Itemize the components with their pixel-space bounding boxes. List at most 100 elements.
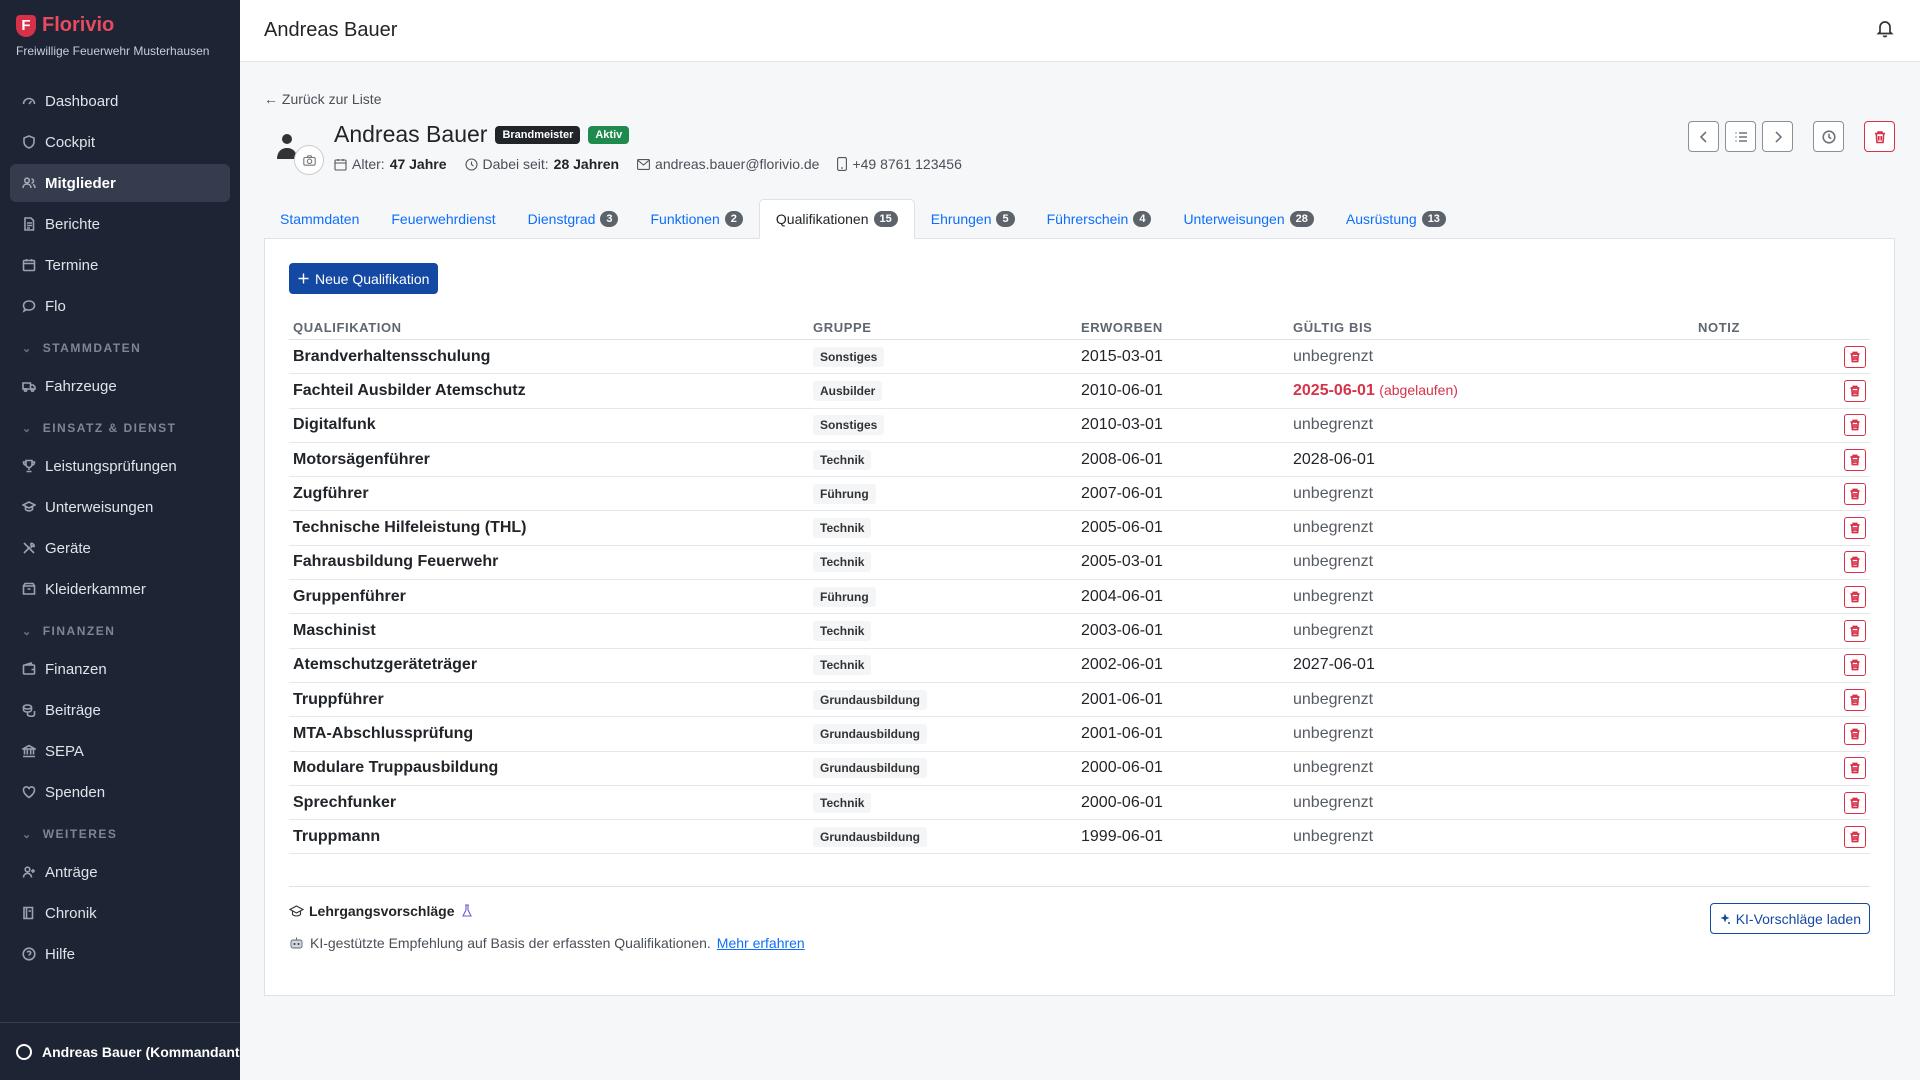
phone-value[interactable]: +49 8761 123456 [852, 156, 961, 172]
table-row[interactable]: Gruppenführer Führung 2004-06-01 unbegrenzt [289, 579, 1870, 615]
col-notiz[interactable]: NOTIZ [1694, 310, 1830, 340]
history-button[interactable] [1813, 121, 1844, 152]
sidebar-item-dashboard[interactable]: Dashboard [10, 82, 230, 120]
tab-ausrüstung[interactable]: Ausrüstung 13 [1330, 199, 1462, 239]
delete-qualification-button[interactable] [1844, 757, 1866, 780]
acquired-cell: 1999-06-01 [1077, 819, 1289, 855]
sidebar-item-fahrzeuge[interactable]: Fahrzeuge [10, 367, 230, 405]
sidebar-section-finanzen[interactable]: ⌄ FINANZEN [10, 614, 230, 648]
table-row[interactable]: Sprechfunker Technik 2000-06-01 unbegrenzt [289, 785, 1870, 821]
valid-until-cell: 2028-06-01 [1289, 442, 1694, 478]
sidebar-item-chronik[interactable]: Chronik [10, 894, 230, 932]
delete-qualification-button[interactable] [1844, 585, 1866, 608]
sidebar-item-label: Finanzen [45, 660, 107, 678]
sidebar-item-beiträge[interactable]: Beiträge [10, 691, 230, 729]
delete-qualification-button[interactable] [1844, 448, 1866, 471]
chat-icon [22, 299, 36, 313]
table-row[interactable]: Motorsägenführer Technik 2008-06-01 2028-06… [289, 442, 1870, 478]
sidebar-item-mitglieder[interactable]: Mitglieder [10, 164, 230, 202]
delete-qualification-button[interactable] [1844, 791, 1866, 814]
qualification-name: Zugführer [289, 476, 809, 512]
learn-more-link[interactable]: Mehr erfahren [717, 935, 805, 951]
sidebar-item-termine[interactable]: Termine [10, 246, 230, 284]
tab-unterweisungen[interactable]: Unterweisungen 28 [1167, 199, 1329, 239]
user-menu[interactable]: Andreas Bauer (Kommandant) [0, 1022, 240, 1080]
new-qualification-button[interactable]: Neue Qualifikation [289, 263, 439, 294]
group-cell: Technik [809, 613, 1077, 649]
suggestions-description: KI-gestützte Empfehlung auf Basis der er… [310, 935, 711, 952]
tab-funktionen[interactable]: Funktionen 2 [634, 199, 758, 239]
delete-qualification-button[interactable] [1844, 722, 1866, 745]
load-ai-suggestions-button[interactable]: KI-Vorschläge laden [1709, 903, 1870, 935]
col-qualifikation[interactable]: QUALIFIKATION [289, 310, 809, 340]
sidebar-item-cockpit[interactable]: Cockpit [10, 123, 230, 161]
table-row[interactable]: Maschinist Technik 2003-06-01 unbegrenzt [289, 613, 1870, 649]
sidebar-item-flo[interactable]: Flo [10, 287, 230, 325]
sidebar-item-unterweisungen[interactable]: Unterweisungen [10, 488, 230, 526]
sidebar-item-berichte[interactable]: Berichte [10, 205, 230, 243]
col-erworben[interactable]: ERWORBEN [1077, 310, 1289, 340]
valid-until-cell: unbegrenzt [1289, 579, 1694, 615]
sidebar-item-anträge[interactable]: Anträge [10, 853, 230, 891]
sidebar-item-kleiderkammer[interactable]: Kleiderkammer [10, 570, 230, 608]
delete-qualification-button[interactable] [1844, 620, 1866, 643]
email-info[interactable]: andreas.bauer@florivio.de [637, 156, 819, 172]
brand-name[interactable]: Florivio [42, 14, 114, 37]
table-row[interactable]: Truppführer Grundausbildung 2001-06-01 unbe… [289, 682, 1870, 718]
tab-qualifikationen[interactable]: Qualifikationen 15 [758, 199, 915, 239]
sidebar-item-spenden[interactable]: Spenden [10, 773, 230, 811]
sidebar-section-weiteres[interactable]: ⌄ WEITERES [10, 817, 230, 851]
table-row[interactable]: Atemschutzgeräteträger Technik 2002-06-01 2… [289, 648, 1870, 683]
group-cell: Technik [809, 545, 1077, 581]
tab-ehrungen[interactable]: Ehrungen 5 [915, 199, 1031, 239]
table-row[interactable]: Zugführer Führung 2007-06-01 unbegrenzt [289, 476, 1870, 512]
sidebar-section-einsatz-dienst[interactable]: ⌄ EINSATZ & DIENST [10, 411, 230, 445]
delete-qualification-button[interactable] [1844, 345, 1866, 368]
bell-icon[interactable] [1875, 18, 1895, 43]
table-row[interactable]: Technische Hilfeleistung (THL) Technik 200… [289, 510, 1870, 546]
back-to-list-link[interactable]: ← Zurück zur Liste [264, 91, 381, 107]
camera-icon[interactable] [294, 145, 324, 175]
delete-qualification-button[interactable] [1844, 379, 1866, 402]
sidebar-item-sepa[interactable]: SEPA [10, 732, 230, 770]
tab-führerschein[interactable]: Führerschein 4 [1031, 199, 1168, 239]
email-value[interactable]: andreas.bauer@florivio.de [655, 156, 819, 172]
tab-stammdaten[interactable]: Stammdaten [264, 199, 375, 239]
table-row[interactable]: Fahrausbildung Feuerwehr Technik 2005-03-0… [289, 545, 1870, 581]
phone-info[interactable]: +49 8761 123456 [837, 156, 962, 172]
group-badge: Technik [813, 552, 872, 573]
tab-feuerwehrdienst[interactable]: Feuerwehrdienst [375, 199, 511, 239]
delete-qualification-button[interactable] [1844, 688, 1866, 711]
table-row[interactable]: Truppmann Grundausbildung 1999-06-01 unbegr… [289, 819, 1870, 855]
col-gruppe[interactable]: GRUPPE [809, 310, 1077, 340]
next-member-button[interactable] [1762, 121, 1793, 152]
delete-qualification-button[interactable] [1844, 825, 1866, 848]
list-view-button[interactable] [1725, 121, 1756, 152]
delete-qualification-button[interactable] [1844, 414, 1866, 437]
group-cell: Technik [809, 510, 1077, 546]
sidebar-item-hilfe[interactable]: Hilfe [10, 935, 230, 973]
sidebar-item-finanzen[interactable]: Finanzen [10, 650, 230, 688]
sidebar-section-stammdaten[interactable]: ⌄ STAMMDATEN [10, 331, 230, 365]
lab-flask-icon[interactable] [460, 904, 474, 918]
table-row[interactable]: Digitalfunk Sonstiges 2010-03-01 unbegrenzt [289, 408, 1870, 443]
table-row[interactable]: Fachteil Ausbilder Atemschutz Ausbilder 20… [289, 373, 1870, 409]
delete-qualification-button[interactable] [1844, 517, 1866, 540]
sidebar-item-leistungsprüfungen[interactable]: Leistungsprüfungen [10, 447, 230, 485]
table-row[interactable]: Modulare Truppausbildung Grundausbildung 2… [289, 751, 1870, 786]
delete-member-button[interactable] [1864, 121, 1895, 152]
delete-qualification-button[interactable] [1844, 551, 1866, 574]
table-row[interactable]: MTA-Abschlussprüfung Grundausbildung 2001-… [289, 716, 1870, 752]
delete-qualification-button[interactable] [1844, 482, 1866, 505]
qualification-name: Digitalfunk [289, 408, 809, 443]
previous-member-button[interactable] [1688, 121, 1719, 152]
qualification-name: Motorsägenführer [289, 442, 809, 478]
sidebar-item-geräte[interactable]: Geräte [10, 529, 230, 567]
table-row[interactable]: Brandverhaltensschulung Sonstiges 2015-03-… [289, 339, 1870, 375]
delete-qualification-button[interactable] [1844, 654, 1866, 677]
tab-count-badge: 15 [873, 211, 898, 227]
avatar[interactable] [270, 121, 326, 177]
document-icon [22, 217, 36, 231]
col-gueltig-bis[interactable]: GÜLTIG BIS [1289, 310, 1694, 340]
tab-dienstgrad[interactable]: Dienstgrad 3 [512, 199, 635, 239]
